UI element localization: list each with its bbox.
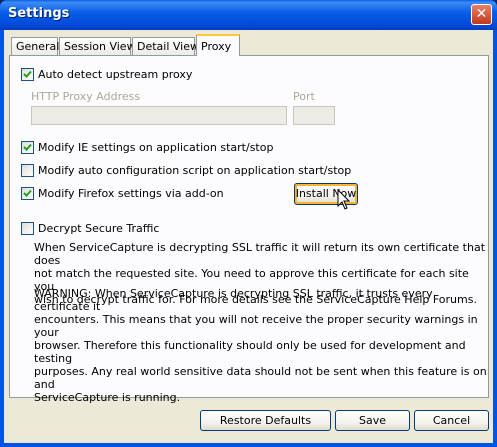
auto-detect-label[interactable]: Auto detect upstream proxy — [38, 68, 192, 81]
close-button[interactable]: ✕ — [471, 4, 492, 25]
window-title: Settings — [8, 6, 70, 21]
modify-autoconfig-label[interactable]: Modify auto configuration script on appl… — [38, 164, 351, 177]
warning-line: browser. Therefore this functionality sh… — [34, 339, 466, 365]
cancel-label: Cancel — [432, 414, 471, 427]
modify-autoconfig-checkbox[interactable] — [21, 164, 34, 177]
description-line: When ServiceCapture is decrypting SSL tr… — [34, 241, 486, 267]
warning-line: ServiceCapture is running. — [34, 391, 181, 404]
restore-defaults-button[interactable]: Restore Defaults — [200, 410, 331, 431]
modify-firefox-label[interactable]: Modify Firefox settings via add-on — [38, 187, 224, 200]
warning-line: WARNING: When ServiceCapture is decrypti… — [34, 287, 433, 313]
tab-detail-view[interactable]: Detail View — [132, 37, 199, 55]
auto-detect-checkbox[interactable] — [21, 68, 34, 81]
decrypt-secure-traffic-checkbox[interactable] — [21, 222, 34, 235]
proxy-tab-panel: Auto detect upstream proxy HTTP Proxy Ad… — [9, 55, 489, 404]
modify-ie-checkbox[interactable] — [21, 141, 34, 154]
title-bar[interactable]: Settings ✕ — [0, 0, 497, 30]
http-proxy-address-label: HTTP Proxy Address — [31, 90, 141, 103]
mouse-cursor-icon — [337, 189, 351, 210]
save-label: Save — [358, 414, 386, 427]
checkmark-icon — [23, 189, 32, 197]
warning-line: purposes. Any real world sensitive data … — [34, 365, 487, 391]
tab-session-view[interactable]: Session View — [59, 37, 136, 55]
restore-defaults-label: Restore Defaults — [219, 414, 312, 427]
decrypt-warning: WARNING: When ServiceCapture is decrypti… — [34, 287, 488, 404]
save-button[interactable]: Save — [335, 410, 410, 431]
tab-label: General — [16, 40, 60, 53]
modify-ie-label[interactable]: Modify IE settings on application start/… — [38, 141, 273, 154]
checkmark-icon — [23, 70, 32, 78]
tab-general[interactable]: General — [11, 37, 60, 55]
decrypt-secure-traffic-label[interactable]: Decrypt Secure Traffic — [38, 222, 159, 235]
dialog-body: General Session View Detail View Proxy A… — [4, 30, 493, 443]
close-icon: ✕ — [475, 6, 488, 22]
tab-label: Proxy — [201, 40, 232, 53]
port-label: Port — [293, 90, 315, 103]
checkmark-icon — [23, 143, 32, 151]
tab-label: Session View — [64, 40, 136, 53]
cancel-button[interactable]: Cancel — [414, 410, 489, 431]
settings-window: Settings ✕ General Session View Detail V… — [0, 0, 497, 447]
modify-firefox-checkbox[interactable] — [21, 187, 34, 200]
warning-line: encounters. This means that you will not… — [34, 313, 478, 339]
port-field[interactable] — [293, 106, 335, 125]
tab-label: Detail View — [137, 40, 200, 53]
tab-proxy[interactable]: Proxy — [196, 34, 240, 56]
http-proxy-address-field[interactable] — [31, 106, 287, 125]
